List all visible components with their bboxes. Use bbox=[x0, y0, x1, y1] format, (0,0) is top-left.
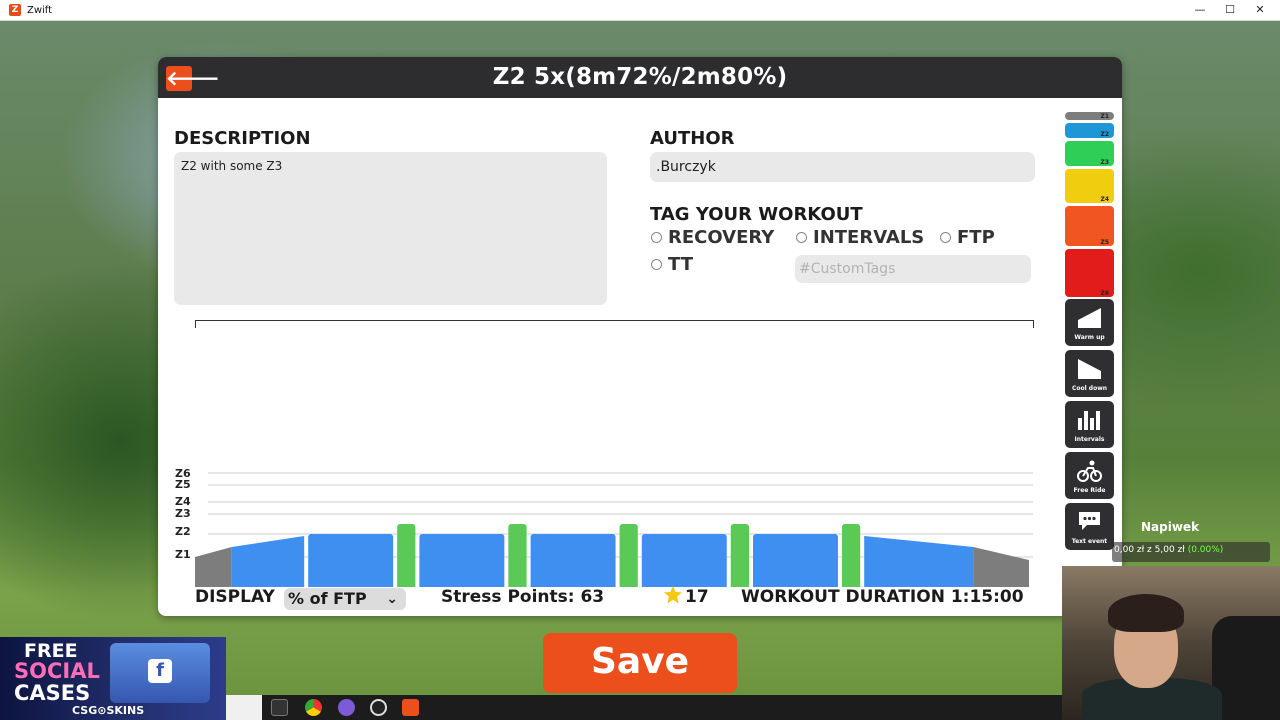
tag-intervals[interactable]: INTERVALS bbox=[796, 227, 924, 248]
sponsor-banner[interactable]: f FREE SOCIAL CASES CSG⊙SKINS bbox=[0, 637, 226, 720]
tag-label: RECOVERY bbox=[668, 227, 775, 248]
interval-segment bbox=[641, 534, 727, 587]
y-tick-label: Z2 bbox=[175, 525, 191, 538]
radio-icon bbox=[940, 232, 951, 243]
intervals-block[interactable]: Intervals bbox=[1065, 401, 1114, 448]
star-icon bbox=[664, 586, 682, 604]
maximize-button[interactable]: ☐ bbox=[1214, 0, 1246, 21]
zone-z1-block[interactable]: Z1 bbox=[1065, 112, 1114, 120]
star-count: 17 bbox=[685, 587, 709, 607]
bicycle-icon bbox=[1077, 460, 1102, 482]
zone-z2-block[interactable]: Z2 bbox=[1065, 123, 1114, 138]
zone-z6-block[interactable]: Z6 bbox=[1065, 249, 1114, 297]
radio-icon bbox=[651, 259, 662, 270]
radio-icon bbox=[651, 232, 662, 243]
tag-label: TT bbox=[668, 254, 693, 275]
workout-duration: WORKOUT DURATION 1:15:00 bbox=[741, 587, 1024, 607]
speech-bubble-icon bbox=[1079, 512, 1100, 530]
webcam-feed bbox=[1062, 566, 1280, 720]
workout-title: Z2 5x(8m72%/2m80%) bbox=[492, 64, 788, 90]
interval-segment bbox=[530, 534, 616, 587]
panel-header: Z2 5x(8m72%/2m80%) 🡐 bbox=[158, 57, 1122, 98]
timeline-scrubber[interactable] bbox=[195, 320, 1034, 328]
display-label: DISPLAY bbox=[195, 587, 275, 607]
terminal-icon[interactable] bbox=[271, 699, 288, 716]
interval-segment bbox=[730, 524, 749, 587]
interval-segment bbox=[841, 524, 861, 587]
arrow-left-icon: 🡐 bbox=[166, 66, 220, 90]
interval-segment bbox=[308, 534, 394, 587]
facebook-icon: f bbox=[148, 659, 172, 683]
free-ride-block[interactable]: Free Ride bbox=[1065, 452, 1114, 499]
tag-ftp[interactable]: FTP bbox=[940, 227, 995, 248]
cooldown-z1-segment bbox=[973, 547, 1029, 587]
tag-recovery[interactable]: RECOVERY bbox=[651, 227, 774, 248]
custom-tags-input[interactable]: #CustomTags bbox=[795, 255, 1031, 283]
discord-icon[interactable] bbox=[338, 699, 355, 716]
cooldown-z2-segment bbox=[864, 536, 974, 587]
minimize-button[interactable]: — bbox=[1184, 0, 1216, 21]
chevron-down-icon: ⌄ bbox=[386, 591, 398, 607]
interval-segment bbox=[508, 524, 527, 587]
radio-icon bbox=[796, 232, 807, 243]
zone-z5-block[interactable]: Z5 bbox=[1065, 206, 1114, 246]
tag-tt[interactable]: TT bbox=[651, 254, 693, 275]
text-event-block[interactable]: Text event bbox=[1065, 503, 1114, 550]
warm-up-block[interactable]: Warm up bbox=[1065, 299, 1114, 346]
interval-segment bbox=[619, 524, 638, 587]
tag-label: FTP bbox=[957, 227, 995, 248]
y-tick-label: Z5 bbox=[175, 478, 191, 491]
intervals-icon bbox=[1078, 411, 1100, 430]
stress-points: Stress Points: 63 bbox=[441, 587, 605, 607]
obs-icon[interactable] bbox=[370, 699, 387, 716]
chrome-icon[interactable] bbox=[305, 699, 322, 716]
window-title: Zwift bbox=[27, 4, 53, 16]
interval-segment bbox=[397, 524, 416, 587]
workout-editor-panel: Z2 5x(8m72%/2m80%) 🡐 DESCRIPTION Z2 with… bbox=[158, 57, 1122, 616]
tag-label: INTERVALS bbox=[813, 227, 925, 248]
case-image: f bbox=[110, 643, 210, 703]
back-button[interactable]: 🡐 bbox=[166, 66, 220, 91]
interval-segment bbox=[753, 534, 838, 587]
close-button[interactable]: ✕ bbox=[1244, 0, 1276, 21]
interval-segment bbox=[419, 534, 505, 587]
tip-title: Napiwek bbox=[1141, 520, 1200, 534]
warmup-z2-segment bbox=[231, 536, 305, 587]
zwift-logo-icon: Z bbox=[9, 4, 21, 16]
tag-workout-label: TAG YOUR WORKOUT bbox=[650, 204, 863, 225]
author-label: AUTHOR bbox=[650, 128, 735, 149]
description-label: DESCRIPTION bbox=[174, 128, 311, 149]
display-select-value: % of FTP bbox=[288, 589, 367, 608]
cool-down-icon bbox=[1078, 359, 1101, 379]
save-button[interactable]: Save bbox=[543, 633, 737, 693]
author-field[interactable]: .Burczyk bbox=[650, 152, 1035, 182]
zone-z4-block[interactable]: Z4 bbox=[1065, 169, 1114, 203]
warm-up-icon bbox=[1078, 308, 1101, 328]
workout-chart: Z6Z5Z4Z3Z2Z10:000:150:300:451:001:15 bbox=[175, 467, 1033, 587]
display-select[interactable]: % of FTP ⌄ bbox=[284, 588, 406, 610]
description-textarea[interactable]: Z2 with some Z3 bbox=[174, 152, 607, 305]
y-tick-label: Z3 bbox=[175, 507, 191, 520]
zone-z3-block[interactable]: Z3 bbox=[1065, 141, 1114, 166]
y-tick-label: Z1 bbox=[175, 548, 191, 561]
window-titlebar: Z Zwift — ☐ ✕ bbox=[0, 0, 1280, 21]
tip-amount: 0,00 zł z 5,00 zł (0.00%) bbox=[1114, 545, 1224, 555]
warmup-z1-segment bbox=[195, 547, 232, 587]
zwift-taskbar-icon[interactable] bbox=[402, 699, 419, 716]
cool-down-block[interactable]: Cool down bbox=[1065, 350, 1114, 397]
